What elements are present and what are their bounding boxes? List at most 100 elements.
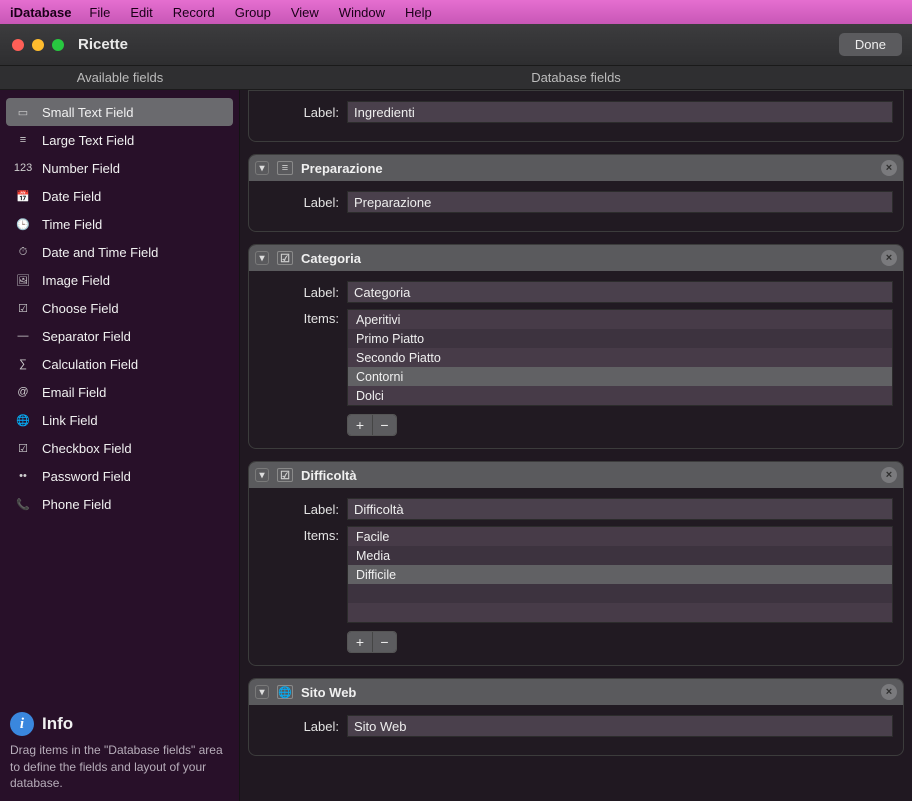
difficolta-label-text: Label: xyxy=(259,502,347,517)
available-field-calculation-field[interactable]: ∑ Calculation Field xyxy=(6,350,233,378)
available-field-label: Image Field xyxy=(42,273,110,288)
choose-item-empty[interactable] xyxy=(348,603,892,622)
available-field-time-field[interactable]: 🕒 Time Field xyxy=(6,210,233,238)
choose-item[interactable]: Primo Piatto xyxy=(348,329,892,348)
choose-item[interactable]: Dolci xyxy=(348,386,892,405)
available-field-small-text-field[interactable]: ▭Small Text Field xyxy=(6,98,233,126)
available-field-label: Time Field xyxy=(42,217,102,232)
available-field-label: Date and Time Field xyxy=(42,245,158,260)
menu-file[interactable]: File xyxy=(89,5,110,20)
available-fields-list: ▭Small Text Field ≡ Large Text Field 123Num… xyxy=(6,98,233,708)
available-field-number-field[interactable]: 123Number Field xyxy=(6,154,233,182)
delete-field-button[interactable]: × xyxy=(881,467,897,483)
available-field-date-and-time-field[interactable]: ⏱ Date and Time Field xyxy=(6,238,233,266)
available-field-label: Calculation Field xyxy=(42,357,138,372)
sitoweb-label-input[interactable] xyxy=(347,715,893,737)
info-title: Info xyxy=(42,714,73,734)
available-field-password-field[interactable]: ••Password Field xyxy=(6,462,233,490)
field-section-categoria[interactable]: ▾ ☑ Categoria × Label: Items: AperitiviP… xyxy=(248,244,904,449)
available-field-checkbox-field[interactable]: ☑Checkbox Field xyxy=(6,434,233,462)
disclosure-toggle[interactable]: ▾ xyxy=(255,468,269,482)
available-field-label: Choose Field xyxy=(42,301,119,316)
menu-view[interactable]: View xyxy=(291,5,319,20)
available-field-image-field[interactable]: 🖼 Image Field xyxy=(6,266,233,294)
available-field-link-field[interactable]: 🌐Link Field xyxy=(6,406,233,434)
field-section-ingredienti[interactable]: Label: xyxy=(248,90,904,142)
column-available-fields: Available fields xyxy=(0,66,240,89)
available-field-phone-field[interactable]: 📞Phone Field xyxy=(6,490,233,518)
field-section-sito-web[interactable]: ▾ 🌐 Sito Web × Label: xyxy=(248,678,904,756)
section-title: Categoria xyxy=(301,251,361,266)
preparazione-label-text: Label: xyxy=(259,195,347,210)
database-fields-editor[interactable]: Label: ▾ ≡ Preparazione × Label: ▾ xyxy=(240,90,912,801)
disclosure-toggle[interactable]: ▾ xyxy=(255,685,269,699)
choose-item-empty[interactable] xyxy=(348,584,892,603)
available-field-label: Phone Field xyxy=(42,497,111,512)
choose-field-icon: ☑ xyxy=(277,468,293,482)
section-title: Sito Web xyxy=(301,685,356,700)
small-text-field-icon: ▭ xyxy=(14,105,32,119)
difficolta-label-input[interactable] xyxy=(347,498,893,520)
calculation-field-icon: ∑ xyxy=(14,357,32,371)
section-title: Preparazione xyxy=(301,161,383,176)
large-text-field-icon: ≡ xyxy=(14,133,32,147)
choose-item[interactable]: Difficile xyxy=(348,565,892,584)
link-field-icon: 🌐 xyxy=(14,413,32,427)
available-field-label: Large Text Field xyxy=(42,133,134,148)
field-section-difficolta[interactable]: ▾ ☑ Difficoltà × Label: Items: FacileMed… xyxy=(248,461,904,666)
categoria-label-text: Label: xyxy=(259,285,347,300)
preparazione-label-input[interactable] xyxy=(347,191,893,213)
ingredienti-label-text: Label: xyxy=(259,105,347,120)
system-menu-bar: iDatabase File Edit Record Group View Wi… xyxy=(0,0,912,24)
categoria-label-input[interactable] xyxy=(347,281,893,303)
add-item-button[interactable]: + xyxy=(348,415,372,435)
ingredienti-label-input[interactable] xyxy=(347,101,893,123)
disclosure-toggle[interactable]: ▾ xyxy=(255,161,269,175)
field-section-preparazione[interactable]: ▾ ≡ Preparazione × Label: xyxy=(248,154,904,232)
choose-item[interactable]: Facile xyxy=(348,527,892,546)
available-fields-sidebar: ▭Small Text Field ≡ Large Text Field 123Num… xyxy=(0,90,240,801)
choose-item[interactable]: Aperitivi xyxy=(348,310,892,329)
add-item-button[interactable]: + xyxy=(348,632,372,652)
menu-record[interactable]: Record xyxy=(173,5,215,20)
available-field-choose-field[interactable]: ☑Choose Field xyxy=(6,294,233,322)
datetime-field-icon: ⏱ xyxy=(14,245,32,259)
choose-item[interactable]: Media xyxy=(348,546,892,565)
menu-window[interactable]: Window xyxy=(339,5,385,20)
done-button[interactable]: Done xyxy=(839,33,902,56)
app-menu[interactable]: iDatabase xyxy=(10,5,71,20)
column-header-bar: Available fields Database fields xyxy=(0,66,912,90)
difficolta-add-remove: + − xyxy=(347,631,397,653)
choose-item[interactable]: Secondo Piatto xyxy=(348,348,892,367)
number-field-icon: 123 xyxy=(14,161,32,175)
menu-edit[interactable]: Edit xyxy=(130,5,152,20)
available-field-email-field[interactable]: @Email Field xyxy=(6,378,233,406)
menu-group[interactable]: Group xyxy=(235,5,271,20)
delete-field-button[interactable]: × xyxy=(881,160,897,176)
time-field-icon: 🕒 xyxy=(14,217,32,231)
info-panel: i Info Drag items in the "Database field… xyxy=(6,708,233,791)
available-field-label: Checkbox Field xyxy=(42,441,132,456)
delete-field-button[interactable]: × xyxy=(881,684,897,700)
disclosure-toggle[interactable]: ▾ xyxy=(255,251,269,265)
delete-field-button[interactable]: × xyxy=(881,250,897,266)
categoria-items-list[interactable]: AperitiviPrimo PiattoSecondo PiattoConto… xyxy=(347,309,893,406)
remove-item-button[interactable]: − xyxy=(372,415,396,435)
window-minimize-button[interactable] xyxy=(32,39,44,51)
available-field-label: Separator Field xyxy=(42,329,131,344)
separator-field-icon: — xyxy=(14,329,32,343)
menu-help[interactable]: Help xyxy=(405,5,432,20)
window-zoom-button[interactable] xyxy=(52,39,64,51)
remove-item-button[interactable]: − xyxy=(372,632,396,652)
available-field-date-field[interactable]: 📅Date Field xyxy=(6,182,233,210)
info-text: Drag items in the "Database fields" area… xyxy=(10,742,229,791)
sitoweb-label-text: Label: xyxy=(259,719,347,734)
available-field-separator-field[interactable]: — Separator Field xyxy=(6,322,233,350)
difficolta-items-list[interactable]: FacileMediaDifficile xyxy=(347,526,893,623)
choose-item[interactable]: Contorni xyxy=(348,367,892,386)
link-field-icon: 🌐 xyxy=(277,685,293,699)
large-text-field-icon: ≡ xyxy=(277,161,293,175)
available-field-large-text-field[interactable]: ≡ Large Text Field xyxy=(6,126,233,154)
window-close-button[interactable] xyxy=(12,39,24,51)
image-field-icon: 🖼 xyxy=(14,273,32,287)
